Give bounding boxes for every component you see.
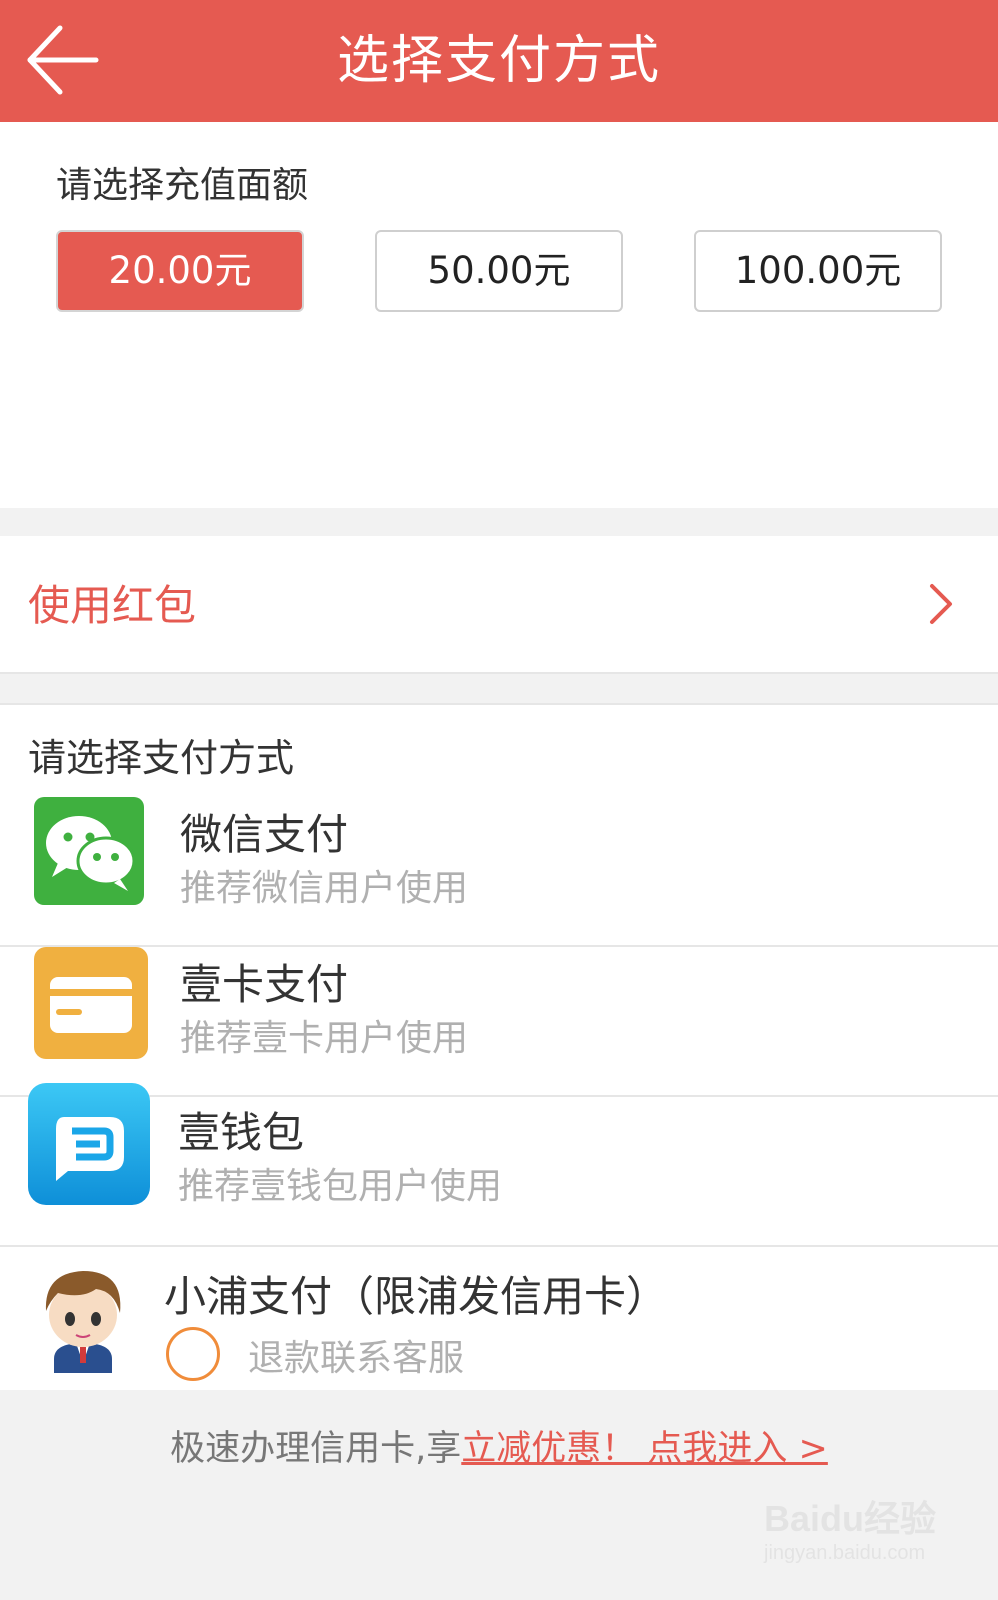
- payment-option-onecard[interactable]: 壹卡支付 推荐壹卡用户使用: [0, 947, 998, 1097]
- payment-name: 壹卡支付: [180, 960, 349, 1009]
- payment-option-wechat[interactable]: 微信支付 推荐微信用户使用: [0, 797, 998, 947]
- wallet-icon: [28, 1083, 150, 1205]
- wechat-icon: [34, 797, 144, 905]
- payment-option-xiaopu[interactable]: 小浦支付（限浦发信用卡） 退款联系客服: [0, 1247, 998, 1394]
- amount-button-50[interactable]: 50.00元: [375, 230, 623, 312]
- payment-name: 壹钱包: [178, 1108, 305, 1157]
- payment-name: 微信支付: [180, 810, 349, 859]
- promo-text: 极速办理信用卡,享: [170, 1429, 462, 1469]
- baidu-jingyan-watermark: Baidu经验 jingyan.baidu.com: [764, 1490, 964, 1580]
- payment-method-label: 请选择支付方式: [28, 736, 295, 780]
- avatar-icon: [45, 1271, 121, 1373]
- payment-desc: 推荐壹卡用户使用: [180, 1018, 469, 1059]
- payment-panel: 请选择支付方式 微信支付 推荐微信用户使用 壹卡支付 推荐壹卡用户使用 壹钱包 …: [0, 703, 998, 1390]
- recharge-label: 请选择充值面额: [56, 165, 309, 206]
- red-packet-label: 使用红包: [28, 581, 197, 630]
- payment-option-wallet[interactable]: 壹钱包 推荐壹钱包用户使用: [0, 1083, 998, 1247]
- use-red-packet-row[interactable]: 使用红包: [0, 536, 998, 674]
- chevron-right-icon: [930, 584, 952, 624]
- watermark-url: jingyan.baidu.com: [764, 1542, 926, 1564]
- radio-button-xiaopu[interactable]: [166, 1327, 220, 1381]
- card-icon: [34, 947, 148, 1059]
- payment-desc: 推荐微信用户使用: [180, 868, 469, 909]
- payment-desc: 退款联系客服: [248, 1338, 465, 1379]
- amount-button-100[interactable]: 100.00元: [694, 230, 942, 312]
- page-title: 选择支付方式: [336, 31, 661, 91]
- promo-link[interactable]: 立减优惠！ 点我进入 >: [461, 1429, 828, 1469]
- payment-desc: 推荐壹钱包用户使用: [178, 1166, 503, 1207]
- payment-name: 小浦支付（限浦发信用卡）: [164, 1272, 669, 1321]
- recharge-panel: 请选择充值面额 20.00元 50.00元 100.00元: [0, 122, 998, 508]
- header-bar: 选择支付方式: [0, 0, 998, 122]
- back-button[interactable]: [22, 22, 102, 100]
- watermark-logo: Baidu经验: [764, 1498, 937, 1539]
- amount-button-20[interactable]: 20.00元: [56, 230, 304, 312]
- credit-card-promo: 极速办理信用卡,享立减优惠！ 点我进入 >: [0, 1420, 998, 1471]
- back-arrow-icon: [27, 25, 99, 95]
